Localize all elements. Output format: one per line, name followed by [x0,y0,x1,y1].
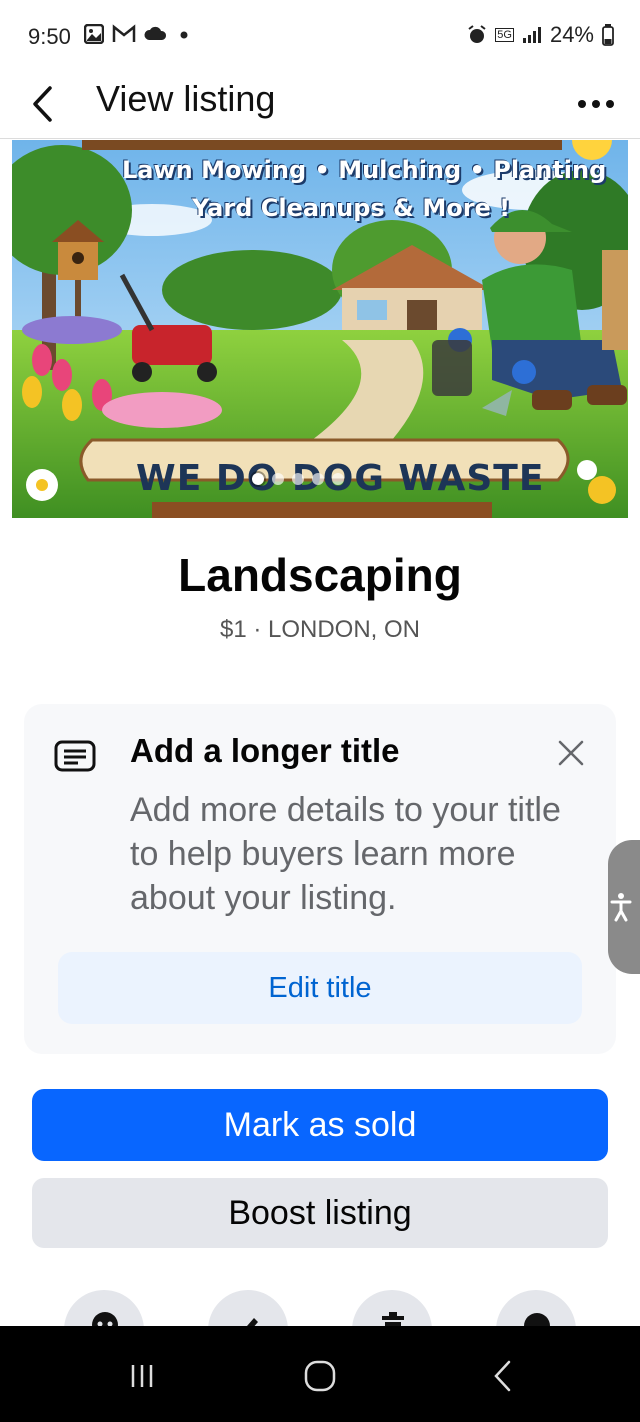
tip-body: Add more details to your title to help b… [130,791,561,917]
home-icon [304,1360,336,1392]
5g-icon: 5G [495,28,514,42]
page-title: View listing [96,78,276,119]
close-tip-button[interactable] [556,738,586,768]
edit-title-button[interactable]: Edit title [58,952,582,1024]
carousel-dot[interactable] [332,473,344,485]
gmail-icon [112,24,136,42]
carousel-indicator [252,473,344,485]
system-back-button[interactable] [472,1356,532,1396]
status-time: 9:50 [28,24,71,49]
system-icons: 5G 24% [467,22,614,48]
hero-services-line: Lawn Mowing • Mulching • Planting [122,156,607,184]
listing-title: Landscaping [178,549,462,601]
battery-percent: 24% [549,22,594,47]
carousel-dot[interactable] [312,473,324,485]
more-horizontal-icon [578,100,614,108]
mark-as-sold-button[interactable]: Mark as sold [32,1089,608,1161]
recent-apps-icon [131,1365,153,1387]
hero-services-line-2: Yard Cleanups & More ! [192,194,511,222]
dot-icon [180,31,188,39]
back-icon [494,1360,511,1392]
system-navigation-bar [0,1326,640,1422]
close-icon [558,740,584,766]
alarm-icon [468,25,486,43]
carousel-dot[interactable] [252,473,264,485]
tip-heading: Add a longer title [130,732,400,769]
status-bar: 9:50 5G 24% [0,0,640,70]
app-header: View listing [0,70,640,139]
notification-icons [84,24,192,44]
gallery-icon [84,24,104,44]
carousel-dot[interactable] [272,473,284,485]
recent-apps-button[interactable] [112,1356,172,1396]
listing-price-location: $1 · LONDON, ON [219,616,421,643]
longer-title-tip-card: Add a longer title Add more details to y… [24,704,616,1054]
back-button[interactable] [30,80,70,128]
accessibility-icon [610,893,632,922]
home-button[interactable] [290,1356,350,1396]
cloud-icon [144,26,167,40]
accessibility-menu-handle[interactable] [608,840,640,974]
listing-photo[interactable]: Lawn Mowing • Mulching • Planting Yard C… [12,140,628,518]
text-box-icon [54,740,96,777]
signal-icon [522,27,541,43]
more-options-button[interactable] [576,84,616,124]
boost-listing-button[interactable]: Boost listing [32,1178,608,1248]
battery-icon [602,24,614,46]
carousel-dot[interactable] [292,473,304,485]
chevron-left-icon [33,86,52,122]
